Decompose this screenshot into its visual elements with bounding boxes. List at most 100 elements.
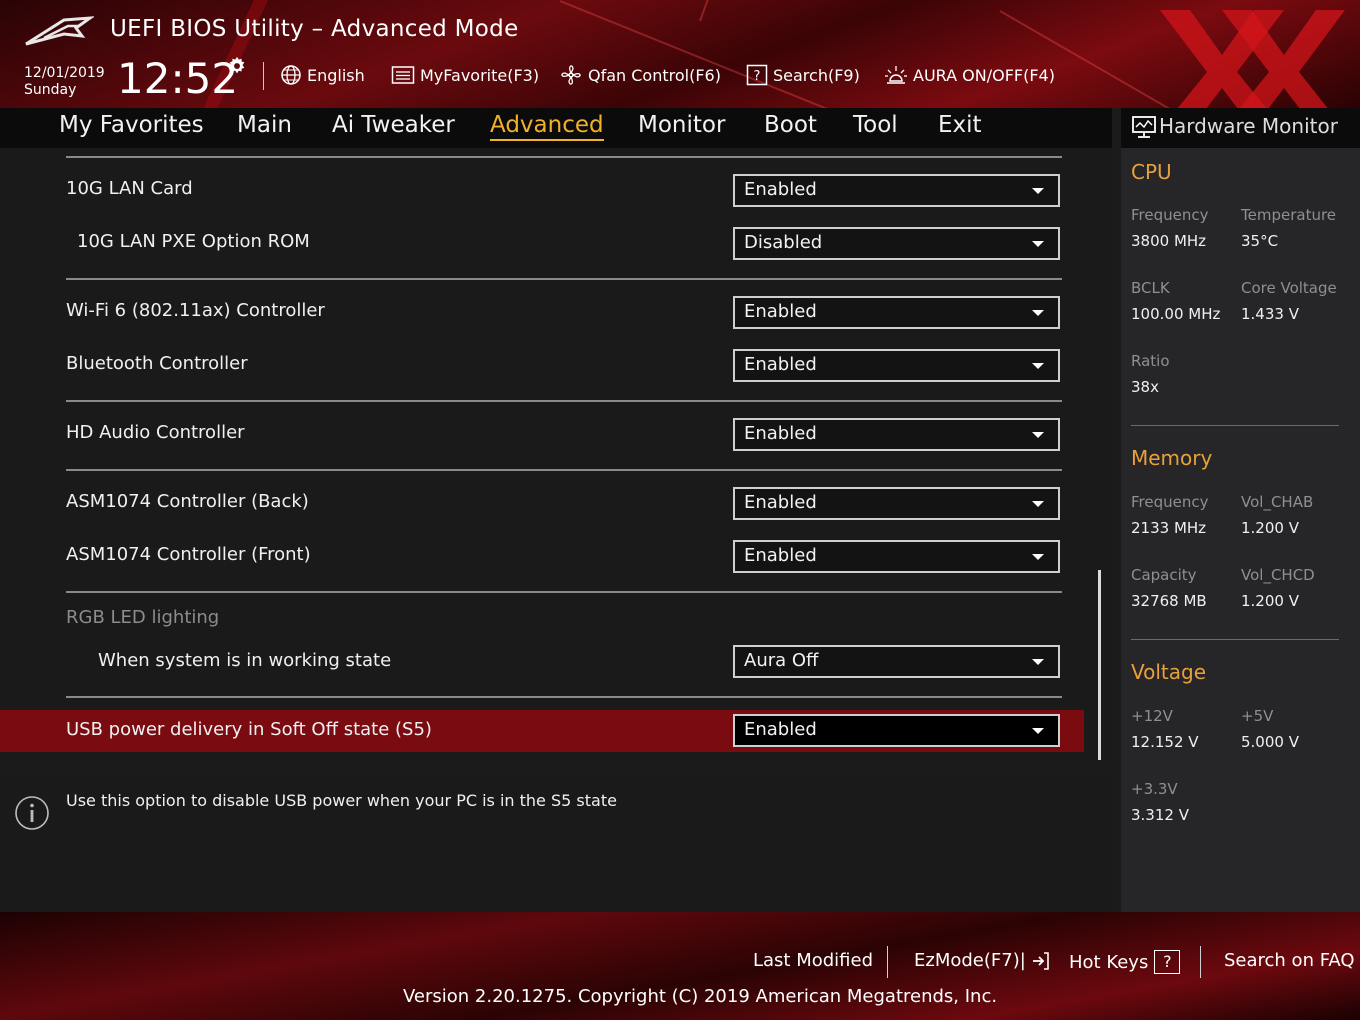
fan-icon [561, 65, 581, 85]
svg-text:?: ? [754, 69, 761, 84]
ezmode-button[interactable]: EzMode(F7)| [914, 950, 1050, 971]
search-button[interactable]: ? Search(F9) [746, 63, 860, 87]
chevron-down-icon [1032, 554, 1044, 560]
setting-label-wifi6: Wi-Fi 6 (802.11ax) Controller [66, 300, 325, 321]
myfavorite-label: MyFavorite(F3) [420, 65, 540, 85]
tab-boot[interactable]: Boot [764, 112, 817, 138]
memory-capacity-label: Capacity [1131, 566, 1197, 584]
tab-exit[interactable]: Exit [938, 112, 982, 138]
voltage-5v-label: +5V [1241, 707, 1274, 725]
tab-ai-tweaker[interactable]: Ai Tweaker [332, 112, 455, 138]
globe-icon [281, 65, 301, 85]
tab-my-favorites[interactable]: My Favorites [59, 112, 204, 138]
clock-display: 12:52 [117, 54, 239, 103]
last-modified-label: Last Modified [753, 950, 874, 971]
qfan-control-button[interactable]: Qfan Control(F6) [559, 63, 721, 87]
dropdown-value: Disabled [744, 232, 823, 253]
myfavorite-button[interactable]: MyFavorite(F3) [391, 63, 539, 87]
dropdown-value: Enabled [744, 301, 817, 322]
header-divider [263, 62, 264, 90]
dropdown-value: Aura Off [744, 650, 819, 671]
gear-icon[interactable] [226, 55, 248, 77]
memory-vol-chcd-label: Vol_CHCD [1241, 566, 1315, 584]
tab-tool[interactable]: Tool [853, 112, 898, 138]
hardware-monitor-panel: Hardware Monitor CPU Frequency Temperatu… [1121, 108, 1360, 912]
rog-logo-icon [25, 16, 94, 46]
cpu-temperature-value: 35°C [1241, 232, 1279, 250]
chevron-down-icon [1032, 363, 1044, 369]
hw-divider [1131, 639, 1339, 640]
hot-keys-key: ? [1154, 950, 1181, 974]
dropdown-bluetooth[interactable]: Enabled [733, 349, 1060, 382]
voltage-12v-value: 12.152 V [1131, 733, 1199, 751]
footer-divider [887, 946, 888, 978]
dropdown-value: Enabled [744, 354, 817, 375]
setting-label-bluetooth: Bluetooth Controller [66, 353, 248, 374]
monitor-icon [1132, 116, 1156, 138]
dropdown-wifi6[interactable]: Enabled [733, 296, 1060, 329]
section-divider [66, 469, 1062, 471]
voltage-12v-label: +12V [1131, 707, 1173, 725]
dropdown-working-state[interactable]: Aura Off [733, 645, 1060, 678]
dropdown-asm1074-back[interactable]: Enabled [733, 487, 1060, 520]
tab-monitor[interactable]: Monitor [638, 112, 725, 138]
setting-label-10g-lan-card: 10G LAN Card [66, 178, 193, 199]
dropdown-value: Enabled [744, 423, 817, 444]
section-divider [66, 400, 1062, 402]
dropdown-value: Enabled [744, 492, 817, 513]
ezmode-label: EzMode(F7)| [914, 950, 1026, 971]
hot-keys-label: Hot Keys [1069, 951, 1149, 973]
tab-advanced[interactable]: Advanced [490, 112, 604, 141]
memory-frequency-value: 2133 MHz [1131, 519, 1207, 537]
header-streak [559, 0, 950, 108]
memory-vol-chab-label: Vol_CHAB [1241, 493, 1314, 511]
setting-label-10g-lan-pxe: 10G LAN PXE Option ROM [77, 231, 310, 252]
date-display: 12/01/2019 [24, 65, 105, 81]
setting-label-hd-audio: HD Audio Controller [66, 422, 245, 443]
dropdown-asm1074-front[interactable]: Enabled [733, 540, 1060, 573]
language-label: English [307, 65, 365, 85]
watermark-x-icon [1160, 10, 1345, 108]
footer-bar: Last Modified EzMode(F7)| Hot Keys ? Sea… [0, 912, 1360, 1020]
favorites-icon [391, 66, 415, 84]
hardware-monitor-header: Hardware Monitor [1121, 108, 1360, 148]
cpu-core-voltage-value: 1.433 V [1241, 305, 1299, 323]
footer-divider [1200, 946, 1201, 978]
tab-main[interactable]: Main [237, 112, 292, 138]
cpu-core-voltage-label: Core Voltage [1241, 279, 1337, 297]
memory-frequency-label: Frequency [1131, 493, 1209, 511]
search-help-icon: ? [746, 64, 768, 86]
bios-title: UEFI BIOS Utility – Advanced Mode [110, 16, 519, 42]
help-panel: Use this option to disable USB power whe… [0, 775, 1112, 912]
language-button[interactable]: English [280, 63, 365, 87]
voltage-5v-value: 5.000 V [1241, 733, 1299, 751]
section-divider [66, 591, 1062, 593]
hot-keys-button[interactable]: Hot Keys ? [1069, 950, 1181, 974]
dropdown-value: Enabled [744, 545, 817, 566]
memory-heading: Memory [1131, 446, 1213, 470]
last-modified-button[interactable]: Last Modified [753, 950, 873, 971]
dropdown-value: Enabled [744, 179, 817, 200]
selected-setting-row[interactable]: USB power delivery in Soft Off state (S5… [0, 710, 1084, 752]
aura-icon [885, 66, 907, 84]
qfan-control-label: Qfan Control(F6) [588, 65, 721, 85]
info-icon [15, 796, 49, 830]
dropdown-hd-audio[interactable]: Enabled [733, 418, 1060, 451]
voltage-3v3-value: 3.312 V [1131, 806, 1189, 824]
search-faq-button[interactable]: Search on FAQ [1224, 950, 1355, 971]
memory-vol-chcd-value: 1.200 V [1241, 592, 1299, 610]
scrollbar[interactable] [1098, 570, 1101, 760]
dropdown-usb-power-s5[interactable]: Enabled [733, 714, 1060, 747]
dropdown-10g-lan-pxe[interactable]: Disabled [733, 227, 1060, 260]
voltage-3v3-label: +3.3V [1131, 780, 1178, 798]
chevron-down-icon [1032, 310, 1044, 316]
cpu-frequency-value: 3800 MHz [1131, 232, 1207, 250]
cpu-frequency-label: Frequency [1131, 206, 1209, 224]
chevron-down-icon [1032, 432, 1044, 438]
dropdown-10g-lan-card[interactable]: Enabled [733, 174, 1060, 207]
aura-toggle-label: AURA ON/OFF(F4) [913, 65, 1055, 85]
search-faq-label: Search on FAQ [1224, 950, 1355, 971]
aura-toggle-button[interactable]: AURA ON/OFF(F4) [884, 63, 1055, 87]
voltage-heading: Voltage [1131, 660, 1207, 684]
help-text: Use this option to disable USB power whe… [66, 791, 617, 810]
